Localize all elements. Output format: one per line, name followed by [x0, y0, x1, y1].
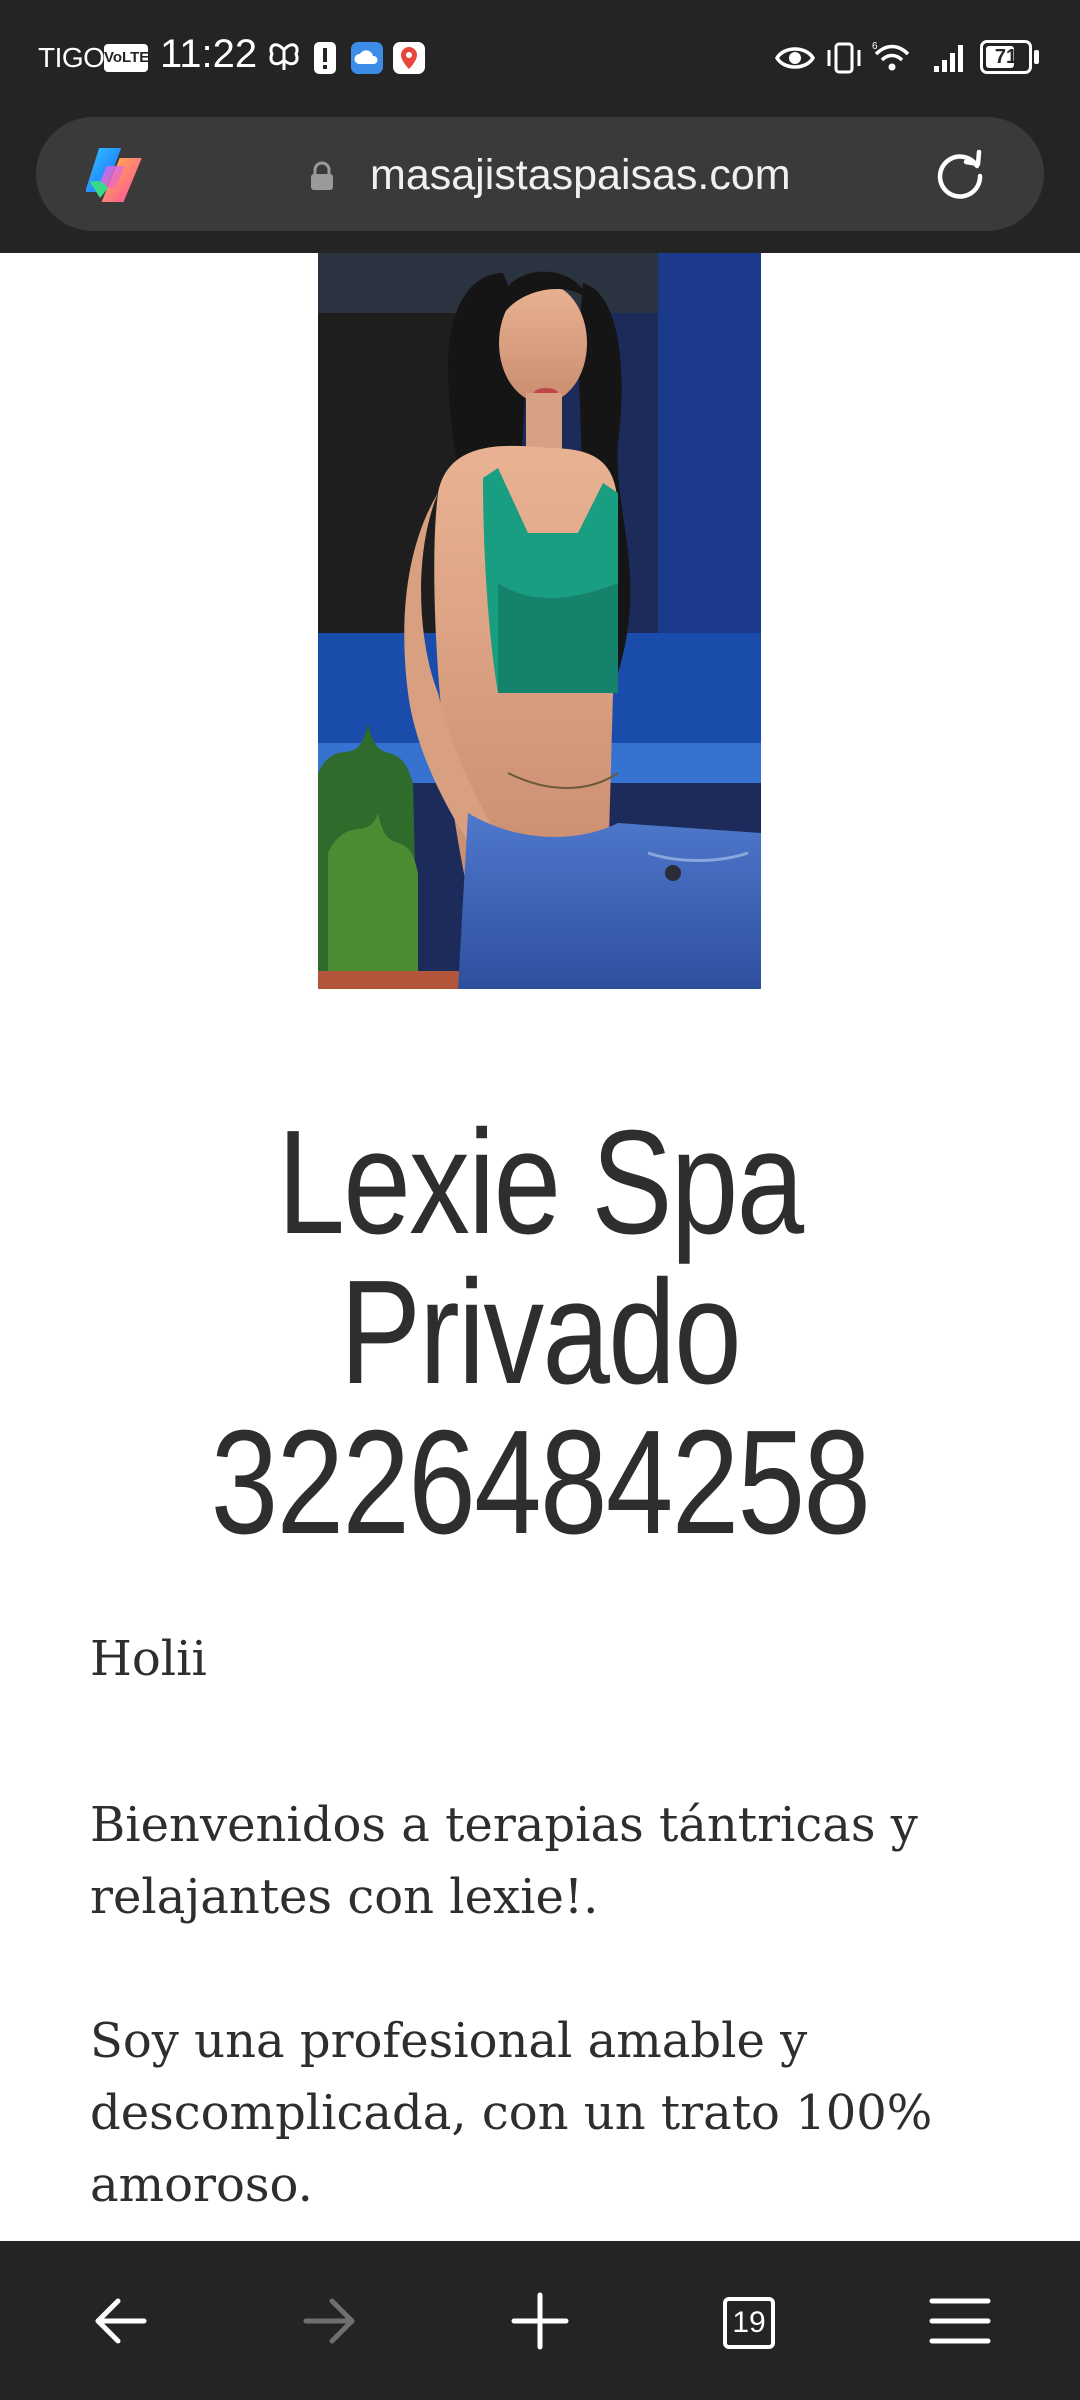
clock: 11:22: [160, 32, 258, 76]
eye-icon: [774, 47, 816, 69]
address-bar[interactable]: masajistaspaisas.com: [36, 117, 1044, 231]
page-headline: Lexie Spa Privado 3226484258: [146, 1108, 933, 1558]
reload-icon[interactable]: [930, 144, 990, 204]
about-paragraph: Soy una profesional amable y descomplica…: [90, 2013, 933, 2213]
svg-text:6: 6: [872, 41, 878, 52]
browser-bottom-bar: [0, 2241, 1080, 2400]
browser-toolbar: masajistaspaisas.com: [0, 116, 1080, 253]
lock-icon: [311, 161, 333, 190]
welcome-paragraph: Bienvenidos a terapias tántricas y relaj…: [90, 1797, 918, 1925]
signal-icon: [934, 45, 963, 72]
url-text[interactable]: masajistaspaisas.com: [370, 151, 791, 200]
profile-photo[interactable]: [318, 253, 761, 989]
arrow-right-icon: [303, 2298, 355, 2344]
status-bar: TIGO VoLTE 11:22 6 71: [0, 0, 1080, 116]
forward-button[interactable]: [290, 2281, 370, 2361]
wifi-icon: 6: [872, 41, 910, 71]
back-button[interactable]: [80, 2281, 160, 2361]
vibrate-icon: [827, 42, 861, 74]
hamburger-menu-icon: [929, 2298, 991, 2344]
arrow-left-icon: [95, 2298, 147, 2344]
menu-button[interactable]: [920, 2281, 1000, 2361]
web-page-content: Lexie Spa Privado 3226484258 Holii Bienv…: [0, 253, 1080, 2241]
volte-badge: VoLTE: [104, 44, 149, 72]
battery-level: 71: [994, 46, 1018, 68]
butterfly-notification-icon: [269, 43, 299, 70]
cloud-notification-icon: [351, 42, 383, 74]
battery-icon: 71: [980, 40, 1032, 74]
headline-line-1: Lexie Spa: [277, 1100, 804, 1265]
headline-line-3: 3226484258: [210, 1400, 871, 1565]
alert-notification-icon: [314, 42, 336, 74]
maps-notification-icon: [393, 42, 425, 74]
copilot-icon[interactable]: [86, 142, 152, 208]
headline-line-2: Privado: [339, 1250, 742, 1415]
new-tab-button[interactable]: [500, 2281, 580, 2361]
plus-icon: [511, 2292, 569, 2350]
greeting-paragraph: Holii: [90, 1631, 207, 1687]
battery-nub: [1034, 50, 1039, 64]
carrier-name: TIGO: [38, 42, 105, 73]
tab-switcher-button[interactable]: 19: [723, 2297, 775, 2349]
